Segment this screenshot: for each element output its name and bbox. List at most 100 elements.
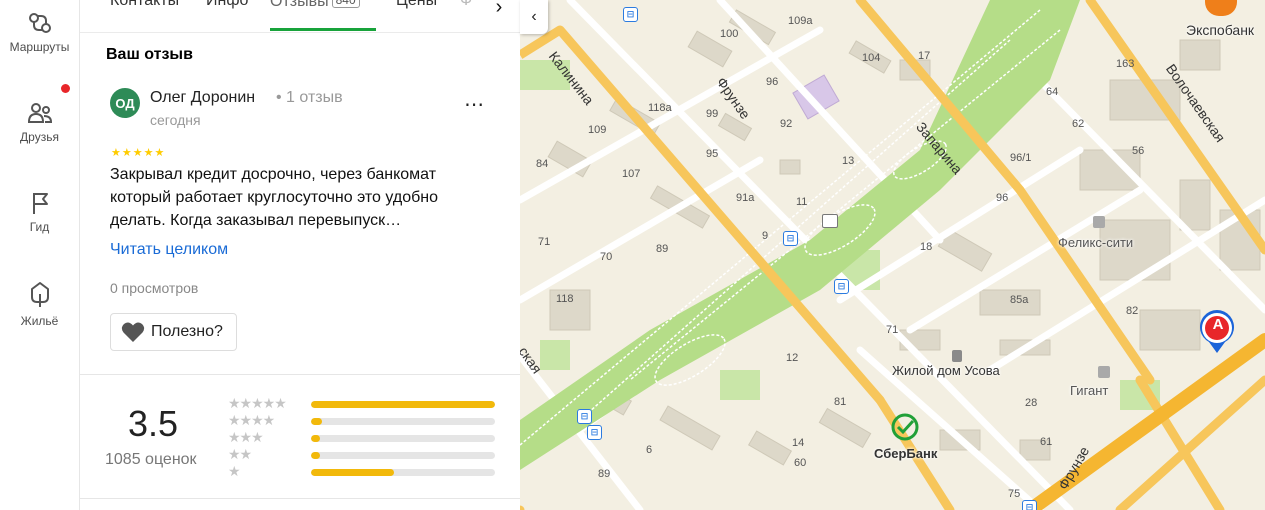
house-number: 163 (1116, 58, 1135, 70)
poi-usov-house[interactable]: Жилой дом Усова (892, 363, 1000, 378)
bus-stop-icon[interactable]: ⊟ (834, 279, 849, 294)
distribution-bar-fill (311, 401, 495, 408)
map-view[interactable]: Калинина Фрунзе Запарина Волочаевская Фр… (520, 0, 1265, 510)
house-number: 14 (792, 437, 805, 449)
tab-truncated[interactable]: Ф (460, 0, 472, 10)
distribution-bar (311, 452, 495, 459)
distribution-bar (311, 401, 495, 408)
house-number: 84 (536, 158, 549, 170)
rail-item-routes[interactable]: Маршруты (0, 10, 79, 54)
house-number: 100 (720, 28, 739, 40)
house-number: 28 (1025, 397, 1038, 409)
review-text: Закрывал кредит досрочно, через банкомат… (110, 166, 438, 229)
poi-felix-city[interactable]: Феликс-сити (1058, 235, 1133, 250)
house-number: 104 (862, 52, 881, 64)
bus-stop-icon[interactable]: ⊟ (577, 409, 592, 424)
chevron-left-icon: ‹ (531, 8, 537, 25)
avatar[interactable]: ОД (110, 88, 140, 118)
views-count: 0 просмотров (110, 280, 199, 296)
house-number: 60 (794, 457, 807, 469)
house-number: 118а (648, 102, 672, 114)
house-number: 18 (920, 241, 933, 253)
bus-stop-icon[interactable]: ⊟ (623, 7, 638, 22)
house-number: 96 (766, 76, 779, 88)
house-number: 61 (1040, 436, 1053, 448)
rail-item-label: Маршруты (9, 40, 70, 54)
house-number: 96/1 (1010, 152, 1032, 164)
sberbank-icon[interactable] (890, 412, 920, 442)
distribution-stars: ★ (228, 463, 241, 479)
tab-reviews[interactable]: Отзывы 840 (270, 0, 360, 11)
useful-button-label: Полезно? (151, 323, 223, 340)
house-number: 17 (918, 50, 931, 62)
rail-item-label: Жильё (20, 314, 59, 328)
tab-reviews-label: Отзывы (270, 0, 329, 10)
distribution-bar-fill (311, 469, 394, 476)
reviews-count-badge: 840 (331, 0, 360, 8)
house-number: 99 (706, 108, 719, 120)
guide-flag-icon (32, 193, 48, 214)
distribution-stars: ★★★★★ (228, 395, 287, 411)
bus-stop-icon[interactable]: ⊟ (783, 231, 798, 246)
house-number: 13 (842, 155, 855, 167)
house-number: 12 (786, 352, 799, 364)
rating-distribution-row: ★★ (228, 446, 520, 462)
section-title: Ваш отзыв (106, 46, 193, 63)
distribution-bar-fill (311, 418, 323, 425)
heart-icon (121, 322, 145, 342)
house-number: 85а (1010, 294, 1029, 306)
marker-letter: A (1212, 316, 1224, 333)
theatre-icon[interactable] (822, 214, 838, 228)
house-number: 75 (1008, 488, 1021, 500)
rail-item-label: Гид (29, 220, 50, 234)
tab-info[interactable]: Инфо (206, 0, 248, 10)
house-number: 96 (996, 192, 1009, 204)
building-icon[interactable] (952, 350, 962, 362)
review-date: сегодня (150, 112, 201, 128)
house-number: 82 (1126, 305, 1139, 317)
rail-item-housing[interactable]: Жильё (0, 280, 79, 328)
rail-item-guide[interactable]: Гид (0, 190, 79, 234)
house-number: 62 (1072, 118, 1085, 130)
tabs-next-button[interactable]: › (484, 0, 514, 26)
house-number: 89 (656, 243, 669, 255)
house-number: 71 (538, 236, 551, 248)
tab-bar: Контакты Инфо Отзывы 840 Цены Ф › (80, 0, 520, 33)
business-center-icon[interactable] (1093, 216, 1105, 228)
house-number: 107 (622, 168, 641, 180)
rail-item-label: Друзья (20, 130, 59, 144)
house-number: 70 (600, 251, 613, 263)
divider (80, 374, 520, 375)
distribution-bar-fill (311, 435, 321, 442)
house-number: 118 (556, 293, 574, 305)
read-more-link[interactable]: Читать целиком (110, 241, 228, 259)
review-author[interactable]: Олег Доронин (150, 89, 255, 107)
poi-expobank[interactable]: Экспобанк (1186, 22, 1254, 38)
useful-button[interactable]: Полезно? (110, 313, 237, 351)
poi-sberbank[interactable]: СберБанк (874, 446, 937, 461)
poi-gigant[interactable]: Гигант (1070, 383, 1108, 398)
house-number: 71 (886, 324, 899, 336)
tab-prices[interactable]: Цены (396, 0, 437, 10)
distribution-bar-fill (311, 452, 321, 459)
shopping-icon[interactable] (1098, 366, 1110, 378)
tab-contacts[interactable]: Контакты (110, 0, 179, 10)
house-number: 64 (1046, 86, 1059, 98)
divider (80, 498, 520, 499)
friends-icon (27, 103, 52, 123)
rating-value: 3.5 (128, 403, 179, 444)
distribution-bar (311, 469, 495, 476)
house-number: 11 (796, 196, 808, 208)
routes-icon (28, 13, 51, 33)
house-number: 109а (788, 15, 813, 27)
distribution-stars: ★★★★ (228, 412, 275, 428)
left-rail: Маршруты Друзья Гид Жильё (0, 0, 80, 510)
house-number: 56 (1132, 145, 1145, 157)
house-number: 81 (834, 396, 847, 408)
bus-stop-icon[interactable]: ⊟ (587, 425, 602, 440)
collapse-panel-button[interactable]: ‹ (520, 0, 548, 34)
distribution-bar (311, 435, 495, 442)
bus-stop-icon[interactable]: ⊟ (1022, 500, 1037, 510)
more-options-button[interactable]: ⋯ (464, 92, 485, 117)
rail-item-friends[interactable]: Друзья (0, 100, 79, 144)
